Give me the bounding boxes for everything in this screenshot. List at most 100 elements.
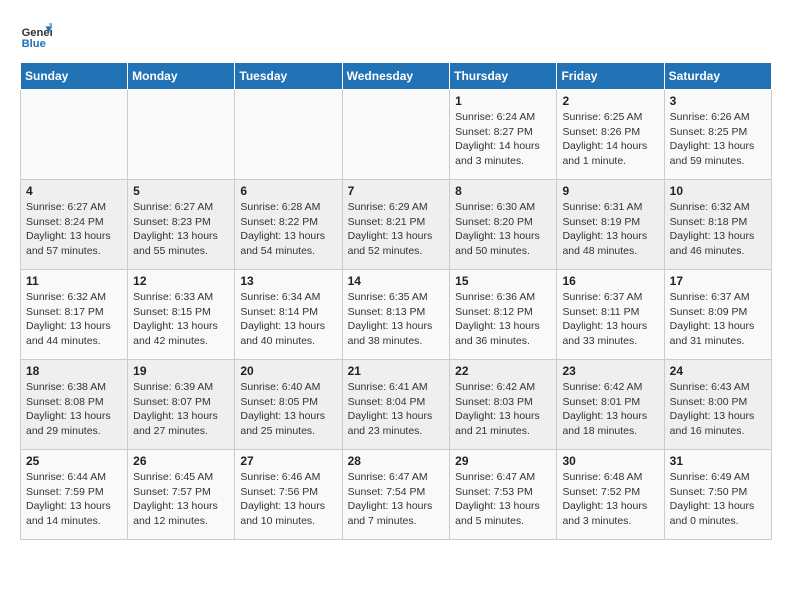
calendar-cell: 15Sunrise: 6:36 AM Sunset: 8:12 PM Dayli… [450,270,557,360]
day-info: Sunrise: 6:33 AM Sunset: 8:15 PM Dayligh… [133,290,229,349]
calendar-cell: 25 Sunrise: 6:44 AM Sunset: 7:59 PM Dayli… [21,450,128,540]
weekday-header: Monday [128,63,235,90]
day-info: Sunrise: 6:30 AM Sunset: 8:20 PM Dayligh… [455,200,551,259]
calendar-cell [21,90,128,180]
calendar-cell: 7 Sunrise: 6:29 AM Sunset: 8:21 PM Daylig… [342,180,450,270]
day-number: 4 [26,184,122,198]
day-number: 2 [562,94,658,108]
calendar-cell: 27 Sunrise: 6:46 AM Sunset: 7:56 PM Dayli… [235,450,342,540]
day-number: 13 [240,274,336,288]
day-number: 17 [670,274,766,288]
day-number: 26 [133,454,229,468]
day-info: Sunrise: 6:38 AM Sunset: 8:08 PM Dayligh… [26,380,122,439]
day-number: 31 [670,454,766,468]
calendar-week-row: 4 Sunrise: 6:27 AM Sunset: 8:24 PM Daylig… [21,180,772,270]
day-number: 14 [348,274,445,288]
day-info: Sunrise: 6:24 AM Sunset: 8:27 PM Dayligh… [455,110,551,169]
calendar-week-row: 1 Sunrise: 6:24 AM Sunset: 8:27 PM Daylig… [21,90,772,180]
calendar-cell: 12 Sunrise: 6:33 AM Sunset: 8:15 PM Dayli… [128,270,235,360]
day-number: 22 [455,364,551,378]
weekday-header: Sunday [21,63,128,90]
calendar-cell: 10 Sunrise: 6:32 AM Sunset: 8:18 PM Dayli… [664,180,771,270]
day-number: 6 [240,184,336,198]
day-info: Sunrise: 6:40 AM Sunset: 8:05 PM Dayligh… [240,380,336,439]
calendar-cell: 4 Sunrise: 6:27 AM Sunset: 8:24 PM Daylig… [21,180,128,270]
day-number: 24 [670,364,766,378]
day-number: 27 [240,454,336,468]
logo: General Blue [20,20,56,52]
calendar-cell: 9Sunrise: 6:31 AM Sunset: 8:19 PM Daylig… [557,180,664,270]
day-info: Sunrise: 6:27 AM Sunset: 8:23 PM Dayligh… [133,200,229,259]
calendar-week-row: 18Sunrise: 6:38 AM Sunset: 8:08 PM Dayli… [21,360,772,450]
day-info: Sunrise: 6:45 AM Sunset: 7:57 PM Dayligh… [133,470,229,529]
calendar-cell [128,90,235,180]
calendar-cell [235,90,342,180]
calendar-cell: 17 Sunrise: 6:37 AM Sunset: 8:09 PM Dayli… [664,270,771,360]
day-info: Sunrise: 6:37 AM Sunset: 8:09 PM Dayligh… [670,290,766,349]
day-number: 7 [348,184,445,198]
day-number: 8 [455,184,551,198]
calendar-cell: 20Sunrise: 6:40 AM Sunset: 8:05 PM Dayli… [235,360,342,450]
calendar-cell: 16 Sunrise: 6:37 AM Sunset: 8:11 PM Dayli… [557,270,664,360]
page-header: General Blue [20,20,772,52]
day-number: 1 [455,94,551,108]
svg-text:Blue: Blue [22,38,46,50]
day-info: Sunrise: 6:42 AM Sunset: 8:03 PM Dayligh… [455,380,551,439]
day-info: Sunrise: 6:47 AM Sunset: 7:54 PM Dayligh… [348,470,445,529]
day-info: Sunrise: 6:43 AM Sunset: 8:00 PM Dayligh… [670,380,766,439]
calendar-cell: 28 Sunrise: 6:47 AM Sunset: 7:54 PM Dayli… [342,450,450,540]
day-number: 11 [26,274,122,288]
day-info: Sunrise: 6:25 AM Sunset: 8:26 PM Dayligh… [562,110,658,169]
logo-icon: General Blue [20,20,52,52]
weekday-header: Thursday [450,63,557,90]
day-number: 10 [670,184,766,198]
weekday-header: Wednesday [342,63,450,90]
day-info: Sunrise: 6:41 AM Sunset: 8:04 PM Dayligh… [348,380,445,439]
day-number: 30 [562,454,658,468]
day-info: Sunrise: 6:29 AM Sunset: 8:21 PM Dayligh… [348,200,445,259]
day-info: Sunrise: 6:37 AM Sunset: 8:11 PM Dayligh… [562,290,658,349]
calendar-cell: 21 Sunrise: 6:41 AM Sunset: 8:04 PM Dayli… [342,360,450,450]
calendar-cell: 13Sunrise: 6:34 AM Sunset: 8:14 PM Dayli… [235,270,342,360]
weekday-header: Saturday [664,63,771,90]
calendar-cell: 26 Sunrise: 6:45 AM Sunset: 7:57 PM Dayli… [128,450,235,540]
calendar-cell: 2 Sunrise: 6:25 AM Sunset: 8:26 PM Daylig… [557,90,664,180]
day-number: 16 [562,274,658,288]
day-info: Sunrise: 6:39 AM Sunset: 8:07 PM Dayligh… [133,380,229,439]
calendar-cell: 19Sunrise: 6:39 AM Sunset: 8:07 PM Dayli… [128,360,235,450]
calendar-week-row: 11Sunrise: 6:32 AM Sunset: 8:17 PM Dayli… [21,270,772,360]
calendar-cell: 23Sunrise: 6:42 AM Sunset: 8:01 PM Dayli… [557,360,664,450]
day-number: 21 [348,364,445,378]
calendar-cell: 31 Sunrise: 6:49 AM Sunset: 7:50 PM Dayli… [664,450,771,540]
day-info: Sunrise: 6:46 AM Sunset: 7:56 PM Dayligh… [240,470,336,529]
calendar-cell: 22 Sunrise: 6:42 AM Sunset: 8:03 PM Dayli… [450,360,557,450]
day-number: 29 [455,454,551,468]
calendar-cell: 11Sunrise: 6:32 AM Sunset: 8:17 PM Dayli… [21,270,128,360]
day-number: 12 [133,274,229,288]
day-info: Sunrise: 6:47 AM Sunset: 7:53 PM Dayligh… [455,470,551,529]
day-number: 9 [562,184,658,198]
calendar-cell: 24 Sunrise: 6:43 AM Sunset: 8:00 PM Dayli… [664,360,771,450]
day-info: Sunrise: 6:27 AM Sunset: 8:24 PM Dayligh… [26,200,122,259]
calendar-table: SundayMondayTuesdayWednesdayThursdayFrid… [20,62,772,540]
day-info: Sunrise: 6:36 AM Sunset: 8:12 PM Dayligh… [455,290,551,349]
calendar-header-row: SundayMondayTuesdayWednesdayThursdayFrid… [21,63,772,90]
day-info: Sunrise: 6:28 AM Sunset: 8:22 PM Dayligh… [240,200,336,259]
calendar-cell: 5Sunrise: 6:27 AM Sunset: 8:23 PM Daylig… [128,180,235,270]
day-info: Sunrise: 6:26 AM Sunset: 8:25 PM Dayligh… [670,110,766,169]
calendar-cell: 8 Sunrise: 6:30 AM Sunset: 8:20 PM Daylig… [450,180,557,270]
calendar-cell: 29 Sunrise: 6:47 AM Sunset: 7:53 PM Dayli… [450,450,557,540]
calendar-cell: 3Sunrise: 6:26 AM Sunset: 8:25 PM Daylig… [664,90,771,180]
day-number: 23 [562,364,658,378]
day-number: 28 [348,454,445,468]
calendar-cell: 18Sunrise: 6:38 AM Sunset: 8:08 PM Dayli… [21,360,128,450]
day-info: Sunrise: 6:44 AM Sunset: 7:59 PM Dayligh… [26,470,122,529]
day-number: 25 [26,454,122,468]
calendar-week-row: 25 Sunrise: 6:44 AM Sunset: 7:59 PM Dayli… [21,450,772,540]
calendar-cell [342,90,450,180]
day-info: Sunrise: 6:48 AM Sunset: 7:52 PM Dayligh… [562,470,658,529]
day-info: Sunrise: 6:32 AM Sunset: 8:18 PM Dayligh… [670,200,766,259]
day-info: Sunrise: 6:49 AM Sunset: 7:50 PM Dayligh… [670,470,766,529]
weekday-header: Friday [557,63,664,90]
day-info: Sunrise: 6:35 AM Sunset: 8:13 PM Dayligh… [348,290,445,349]
